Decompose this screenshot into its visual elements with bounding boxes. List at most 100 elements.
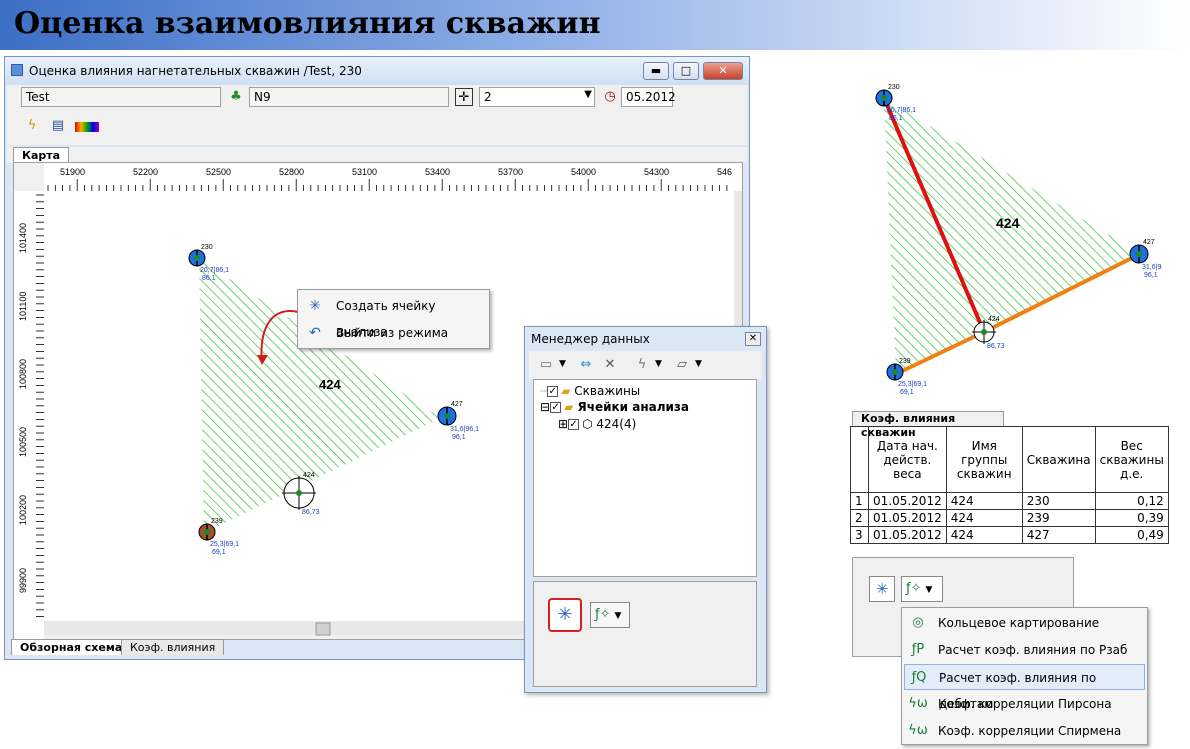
document-icon[interactable]: ▭ xyxy=(537,356,555,374)
data-manager-close-button[interactable]: ✕ xyxy=(745,332,761,346)
create-cell-button[interactable]: ✳ xyxy=(869,576,895,602)
table-cell: 0,12 xyxy=(1094,492,1169,510)
well-field[interactable]: N9 xyxy=(249,87,449,107)
color-palette-icon[interactable] xyxy=(75,122,99,132)
window-titlebar[interactable]: Оценка влияния нагнетательных скважин /T… xyxy=(5,57,749,85)
function-p-icon: ƒP xyxy=(911,642,925,657)
correlation-icon: ϟω xyxy=(908,723,928,738)
well-label-2: 96,1 xyxy=(452,434,466,441)
column-header-weight: Вес скважины д.е. xyxy=(1094,426,1169,493)
tree-item-cells[interactable]: ⊟✓ ▰ Ячейки анализа xyxy=(540,399,689,415)
coef-calc-dropdown-button[interactable]: ƒ✧ ▼ xyxy=(590,602,630,628)
coef-table: Дата нач. действ. веса Имя группы скважи… xyxy=(850,426,1169,544)
maximize-button[interactable]: □ xyxy=(673,62,699,80)
well-name: 427 xyxy=(451,401,463,408)
table-cell: 2 xyxy=(850,509,869,527)
chevron-down-icon: ▼ xyxy=(614,611,622,621)
coef-calc-dropdown-button[interactable]: ƒ✧ ▼ xyxy=(901,576,943,602)
crosshair-icon[interactable]: ✛ xyxy=(455,88,473,106)
top-tabs: Карта xyxy=(7,147,747,163)
y-tick-label: 100800 xyxy=(18,359,28,389)
menu-item-pearson[interactable]: ϟω Коэф. корреляции Пирсона xyxy=(904,691,1145,717)
date-field[interactable]: 05.2012 xyxy=(621,87,676,107)
well-label-2: 69,1 xyxy=(212,549,226,556)
cell-label-424: 424 xyxy=(319,377,341,392)
coef-table-tab[interactable]: Коэф. влияния скважин xyxy=(852,411,1004,439)
x-tick-label: 53700 xyxy=(498,167,523,177)
y-tick-label: 100500 xyxy=(18,427,28,457)
menu-item-calc-pzab[interactable]: ƒP Расчет коэф. влияния по Pзаб xyxy=(904,637,1145,663)
menu-item-label: Кольцевое картирование xyxy=(938,616,1100,630)
checkbox-wells[interactable]: ✓ xyxy=(547,386,559,397)
well-core xyxy=(444,413,450,419)
menu-item-ring-mapping[interactable]: ◎ Кольцевое картирование xyxy=(904,610,1145,636)
well-name: 427 xyxy=(1143,239,1155,246)
menu-item-spearman[interactable]: ϟω Коэф. корреляции Спирмена xyxy=(904,718,1145,744)
well-label-2: 86,1 xyxy=(889,115,903,122)
menu-item-label: Коэф. корреляции Пирсона xyxy=(938,697,1112,711)
checkbox-cell-424[interactable]: ✓ xyxy=(568,419,580,430)
x-tick-label: 546 xyxy=(717,167,732,177)
menu-item-exit-mode[interactable]: ↶ Выйти из режима xyxy=(300,320,488,346)
well-icon[interactable]: ♣ xyxy=(227,88,245,106)
table-cell: 424 xyxy=(945,492,1023,510)
well-label-1: 31,6|96,1 xyxy=(450,426,479,433)
tree-item-wells[interactable]: ┈✓ ▰ Скважины xyxy=(540,383,640,399)
cell-polygon xyxy=(884,98,1140,374)
tree-item-label: Скважины xyxy=(574,384,641,398)
create-cell-icon: ✳ xyxy=(309,298,321,314)
table-cell: 230 xyxy=(1021,492,1096,510)
minimize-button[interactable]: ▬ xyxy=(643,62,669,80)
banner: Оценка взаимовлияния скважин xyxy=(0,0,1190,50)
table-cell: 424 xyxy=(945,526,1023,544)
calendar-clock-icon[interactable]: ◷ xyxy=(601,88,619,106)
tree-item-cell-424[interactable]: ⊞✓ ⬡ 424(4) xyxy=(558,416,636,432)
x-tick-label: 53400 xyxy=(425,167,450,177)
well-core xyxy=(194,255,200,261)
right-cell-diagram: 424 230 20,7|86,186,1 427 31,6|96,196,1 239 2… xyxy=(875,84,1162,396)
close-button[interactable]: ✕ xyxy=(703,62,743,80)
well-label-2: 86,1 xyxy=(202,275,216,282)
well-core xyxy=(296,490,302,496)
chevron-down-icon[interactable]: ▼ xyxy=(695,359,702,369)
lightning-icon[interactable]: ϟ xyxy=(633,356,651,374)
data-manager-tree: ┈✓ ▰ Скважины ⊟✓ ▰ Ячейки анализа ⊞✓ ⬡ 424(… xyxy=(533,379,757,577)
well-name: 239 xyxy=(899,358,911,365)
table-cell: 427 xyxy=(1021,526,1096,544)
well-label-1: 20,7|86,1 xyxy=(887,107,916,114)
table-cell: 3 xyxy=(850,526,869,544)
lightning-icon[interactable]: ϟ xyxy=(23,117,41,135)
tab-coefficients[interactable]: Коэф. влияния xyxy=(121,639,225,655)
folder-open-icon[interactable]: ▱ xyxy=(673,356,691,374)
book-icon[interactable]: ▤ xyxy=(49,117,67,135)
data-manager-toolbar: ▭ ▼ ⇔ ✕ ϟ ▼ ▱ ▼ xyxy=(529,351,762,379)
menu-item-create-cell[interactable]: ✳ Создать ячейку анализа xyxy=(300,293,488,339)
table-cell: 0,39 xyxy=(1094,509,1169,527)
table-row[interactable]: 1 01.05.2012 424 230 0,12 xyxy=(850,492,1169,510)
menu-item-calc-debit[interactable]: ƒQ Расчет коэф. влияния по дебитам xyxy=(904,664,1145,711)
tab-overview[interactable]: Обзорная схема xyxy=(11,639,132,655)
correlation-icon: ϟω xyxy=(908,696,928,711)
table-row[interactable]: 3 01.05.2012 424 427 0,49 xyxy=(850,526,1169,544)
y-tick-label: 99900 xyxy=(18,568,28,593)
chevron-down-icon[interactable]: ▼ xyxy=(559,359,566,369)
create-cell-button[interactable]: ✳ xyxy=(548,598,582,632)
table-row[interactable]: 2 01.05.2012 424 239 0,39 xyxy=(850,509,1169,527)
link-arrows-icon[interactable]: ⇔ xyxy=(577,356,595,374)
scale-select-value: 2 xyxy=(484,90,492,104)
window-toolbar: Test ♣ N9 ✛ 2 ▼ ◷ 05.2012 ϟ ▤ xyxy=(7,85,747,145)
ring-mapping-icon: ◎ xyxy=(912,615,924,630)
folder-icon: ▰ xyxy=(561,384,571,398)
project-field[interactable]: Test xyxy=(21,87,221,107)
well-name: 230 xyxy=(888,84,900,91)
y-tick-label: 101400 xyxy=(18,223,28,253)
table-cell: 01.05.2012 xyxy=(868,509,947,527)
column-header-well: Скважина xyxy=(1021,426,1096,493)
tab-map[interactable]: Карта xyxy=(13,147,70,163)
chevron-down-icon[interactable]: ▼ xyxy=(655,359,662,369)
cut-icon[interactable]: ✕ xyxy=(601,356,619,374)
scale-select[interactable]: 2 ▼ xyxy=(479,87,595,107)
x-tick-label: 52200 xyxy=(133,167,158,177)
checkbox-cells[interactable]: ✓ xyxy=(550,402,562,413)
table-cell: 424 xyxy=(945,509,1023,527)
